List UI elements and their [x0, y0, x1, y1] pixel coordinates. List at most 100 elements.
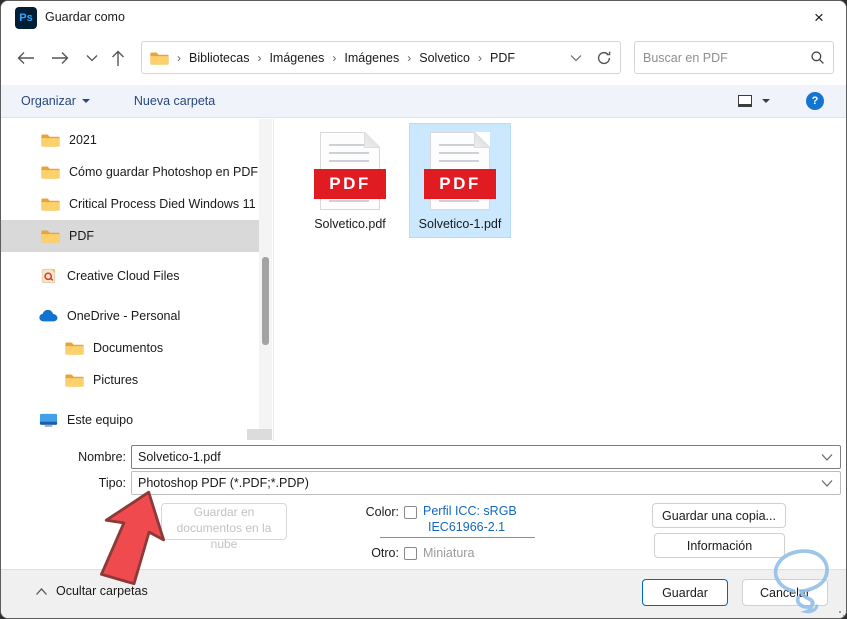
file-list: PDF Solvetico.pdf PDF Solvetico-1.pdf — [274, 123, 846, 441]
sidebar-scrollbar-thumb[interactable] — [262, 257, 269, 345]
forward-button[interactable] — [45, 43, 75, 73]
organize-button[interactable]: Organizar — [21, 94, 90, 108]
address-dropdown-icon[interactable] — [570, 54, 582, 62]
folder-icon — [150, 50, 169, 66]
color-label: Color: — [365, 505, 399, 519]
folder-tree: 2021 Cómo guardar Photoshop en PDF Criti… — [1, 119, 259, 429]
sidebar-item[interactable]: Pictures — [1, 364, 259, 396]
sidebar-item-label: 2021 — [69, 133, 97, 147]
view-mode-icon[interactable] — [738, 95, 752, 107]
thumbnail-label: Miniatura — [423, 546, 475, 560]
sidebar-item-label: OneDrive - Personal — [67, 309, 181, 323]
tree-item-icon — [39, 268, 58, 284]
tree-item-icon — [41, 132, 60, 148]
tree-item-icon — [39, 308, 58, 324]
arrow-left-icon — [17, 52, 34, 64]
sidebar-item[interactable]: Critical Process Died Windows 11 No A — [1, 188, 259, 220]
title-bar: Ps Guardar como × — [1, 1, 846, 35]
breadcrumb-item: › PDF — [472, 51, 517, 65]
save-a-copy-button[interactable]: Guardar una copia... — [652, 503, 786, 528]
sidebar-item-label: Critical Process Died Windows 11 No A — [69, 197, 259, 211]
up-button[interactable] — [103, 43, 133, 73]
breadcrumb-link[interactable]: Imágenes — [267, 51, 326, 65]
help-button[interactable]: ? — [806, 92, 824, 110]
sidebar-item[interactable]: Este equipo — [1, 404, 259, 429]
breadcrumb-link[interactable]: Solvetico — [417, 51, 472, 65]
breadcrumb-separator: › — [332, 50, 337, 65]
sidebar-item-label: Documentos — [93, 341, 164, 355]
back-button[interactable] — [11, 43, 41, 73]
search-input[interactable] — [643, 50, 810, 65]
main-area: 2021 Cómo guardar Photoshop en PDF Criti… — [1, 119, 846, 441]
search-box — [634, 41, 834, 74]
new-folder-label: Nueva carpeta — [133, 94, 216, 108]
view-dropdown-caret-icon[interactable] — [762, 99, 770, 103]
name-field-label: Nombre: — [78, 450, 126, 464]
other-label: Otro: — [371, 546, 399, 560]
new-folder-button[interactable]: Nueva carpeta — [134, 94, 215, 108]
sidebar-item[interactable]: Creative Cloud Files — [1, 260, 259, 292]
breadcrumb-link[interactable]: PDF — [488, 51, 517, 65]
dropdown-caret-icon — [81, 99, 90, 103]
filename-dropdown-icon[interactable] — [820, 453, 834, 462]
breadcrumb-separator: › — [177, 50, 181, 65]
resize-grip[interactable] — [839, 611, 841, 613]
tree-item-icon — [65, 372, 84, 388]
photoshop-app-icon: Ps — [15, 7, 37, 29]
chevron-up-icon — [36, 587, 47, 595]
pdf-badge: PDF — [314, 169, 386, 199]
filename-input[interactable] — [132, 450, 820, 464]
tree-item-icon — [39, 412, 58, 428]
tree-expander-icon[interactable] — [41, 340, 65, 356]
save-to-cloud-button[interactable]: Guardar en documentos en la nube — [161, 503, 287, 551]
scrollbar-corner — [247, 429, 272, 440]
sidebar-item[interactable]: PDF — [1, 220, 259, 252]
tree-expander-icon[interactable] — [15, 412, 39, 428]
tree-item-icon — [41, 196, 60, 212]
arrow-up-icon — [112, 50, 124, 66]
sidebar-item-label: Cómo guardar Photoshop en PDF — [69, 165, 258, 179]
page-fold-icon — [364, 132, 380, 148]
breadcrumb-item: › Imágenes — [251, 51, 326, 65]
command-bar: Organizar Nueva carpeta ? — [1, 85, 846, 118]
file-tile[interactable]: PDF Solvetico-1.pdf — [409, 123, 511, 238]
breadcrumb-separator: › — [257, 50, 262, 65]
arrow-right-icon — [52, 52, 69, 64]
sidebar-item[interactable]: 2021 — [1, 124, 259, 156]
footer-bar: Ocultar carpetas Guardar Cancelar — [1, 569, 846, 618]
close-button[interactable]: × — [806, 6, 832, 30]
thumbnail-checkbox[interactable] — [404, 547, 417, 560]
breadcrumb-separator: › — [478, 50, 482, 65]
sidebar-item[interactable]: OneDrive - Personal — [1, 300, 259, 332]
sidebar-item[interactable]: Documentos — [1, 332, 259, 364]
file-type-select[interactable]: Photoshop PDF (*.PDF;*.PDP) — [131, 471, 841, 495]
type-dropdown-icon — [821, 479, 833, 487]
tree-item-icon — [41, 228, 60, 244]
breadcrumb-link[interactable]: Bibliotecas — [187, 51, 251, 65]
refresh-icon[interactable] — [596, 50, 612, 66]
hide-folders-button[interactable]: Ocultar carpetas — [35, 584, 148, 598]
file-tile[interactable]: PDF Solvetico.pdf — [299, 123, 401, 238]
information-button[interactable]: Información — [654, 533, 785, 558]
search-icon — [811, 51, 824, 64]
sidebar-item-label: Este equipo — [67, 413, 134, 427]
save-button[interactable]: Guardar — [642, 579, 728, 606]
chevron-down-icon — [86, 55, 98, 62]
tree-expander-icon[interactable] — [15, 268, 39, 284]
breadcrumb-separator: › — [407, 50, 412, 65]
file-name: Solvetico.pdf — [314, 217, 386, 231]
hide-folders-label: Ocultar carpetas — [56, 584, 148, 598]
sidebar-item[interactable]: Cómo guardar Photoshop en PDF — [1, 156, 259, 188]
sidebar-item-label: Pictures — [93, 373, 139, 387]
tree-expander-icon[interactable] — [15, 308, 39, 324]
options-divider — [380, 537, 535, 538]
type-field-label: Tipo: — [98, 476, 126, 490]
tree-expander-icon[interactable] — [41, 372, 65, 388]
cancel-button[interactable]: Cancelar — [742, 579, 828, 606]
sidebar-scrollbar[interactable] — [259, 119, 272, 429]
window-title: Guardar como — [45, 10, 125, 24]
breadcrumb-link[interactable]: Imágenes — [342, 51, 401, 65]
icc-profile-checkbox[interactable] — [404, 506, 417, 519]
breadcrumb-item: › Imágenes — [326, 51, 401, 65]
save-as-dialog: Ps Guardar como × › Bibliotecas › Imágen… — [0, 0, 847, 619]
